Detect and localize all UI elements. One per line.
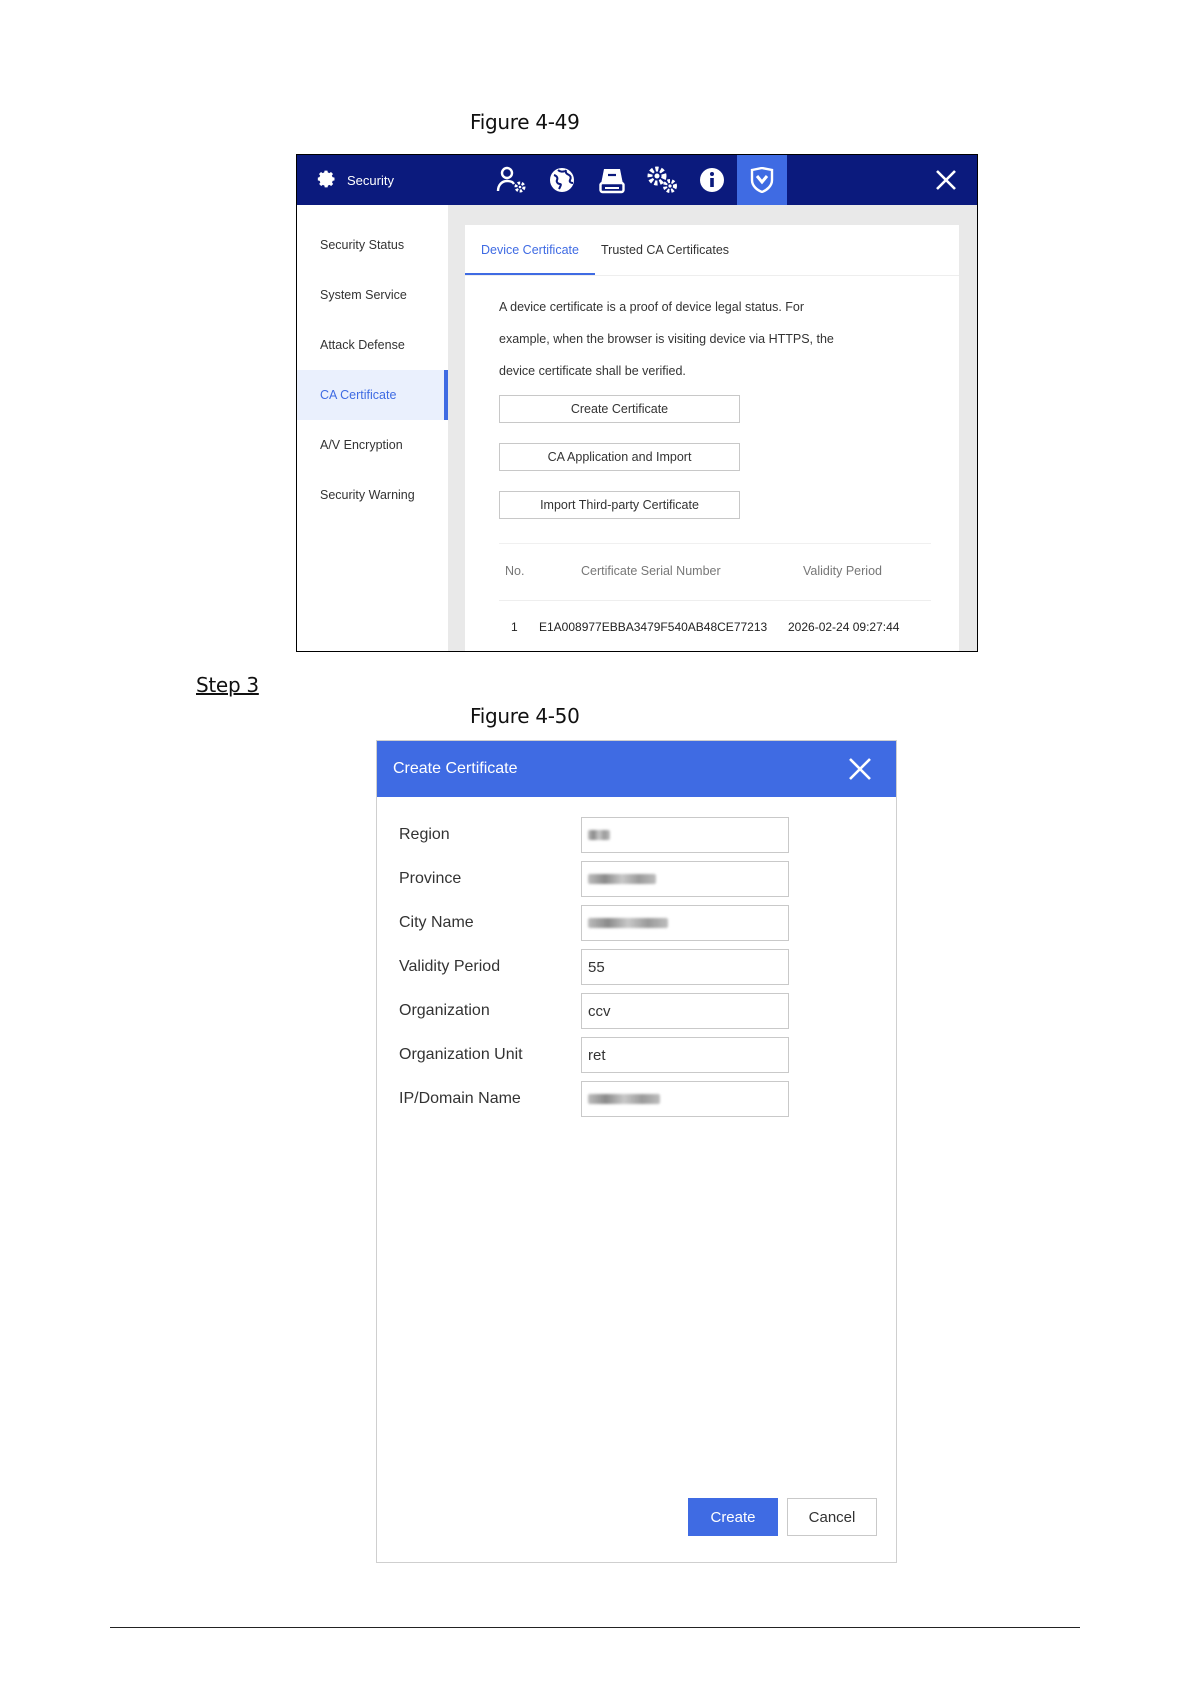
import-third-party-certificate-button[interactable]: Import Third-party Certificate — [499, 491, 740, 519]
sidebar-item-system-service[interactable]: System Service — [297, 270, 448, 320]
province-field[interactable] — [581, 861, 789, 897]
create-certificate-button[interactable]: Create Certificate — [499, 395, 740, 423]
security-sidebar: Security Status System Service Attack De… — [297, 205, 448, 651]
organization-label: Organization — [399, 1002, 490, 1019]
sidebar-item-label: Attack Defense — [320, 338, 405, 352]
organization-field[interactable]: ccv — [581, 993, 789, 1029]
close-icon[interactable] — [933, 167, 959, 193]
column-header-no: No. — [505, 564, 525, 578]
sidebar-item-label: CA Certificate — [320, 388, 397, 402]
sidebar-item-label: A/V Encryption — [320, 438, 403, 452]
region-field[interactable] — [581, 817, 789, 853]
sidebar-item-security-warning[interactable]: Security Warning — [297, 470, 448, 520]
redacted-value — [588, 830, 610, 840]
column-header-serial: Certificate Serial Number — [581, 564, 721, 578]
redacted-value — [588, 1094, 660, 1104]
sidebar-item-label: Security Status — [320, 238, 405, 252]
sidebar-item-ca-certificate[interactable]: CA Certificate — [297, 370, 448, 420]
security-title: Security — [317, 155, 394, 205]
figure-caption-4-50: Figure 4-50 — [470, 704, 580, 728]
table-cell-no: 1 — [511, 620, 518, 634]
province-label: Province — [399, 870, 462, 887]
info-icon[interactable] — [687, 155, 737, 205]
figure-caption-4-49: Figure 4-49 — [470, 110, 580, 134]
description-line: example, when the browser is visiting de… — [499, 332, 834, 346]
security-topbar: Security — [297, 155, 977, 205]
sidebar-item-security-status[interactable]: Security Status — [297, 220, 448, 270]
device-certificate-description: A device certificate is a proof of devic… — [499, 291, 879, 387]
ca-certificate-panel: Device Certificate Trusted CA Certificat… — [465, 225, 959, 651]
sidebar-item-av-encryption[interactable]: A/V Encryption — [297, 420, 448, 470]
gear-icon — [317, 169, 347, 192]
table-cell-serial: E1A008977EBBA3479F540AB48CE77213 — [539, 620, 768, 634]
tab-device-certificate[interactable]: Device Certificate — [465, 225, 595, 275]
city-name-label: City Name — [399, 914, 474, 931]
user-settings-icon[interactable] — [487, 155, 537, 205]
redacted-value — [588, 918, 668, 928]
security-title-label: Security — [347, 172, 394, 188]
redacted-value — [588, 874, 656, 884]
network-globe-icon[interactable] — [537, 155, 587, 205]
sidebar-item-label: System Service — [320, 288, 407, 302]
step-label: Step 3 — [196, 673, 259, 697]
certificate-tabs: Device Certificate Trusted CA Certificat… — [465, 225, 959, 276]
table-cell-validity: 2026-02-24 09:27:44 — [788, 620, 900, 634]
city-name-field[interactable] — [581, 905, 789, 941]
region-label: Region — [399, 826, 450, 843]
organization-unit-label: Organization Unit — [399, 1046, 523, 1063]
close-icon[interactable] — [848, 757, 872, 781]
page-footer-rule — [110, 1627, 1080, 1628]
storage-icon[interactable] — [587, 155, 637, 205]
security-window: Security Security Status System Service … — [296, 154, 978, 652]
create-certificate-dialog: Create Certificate Region Province City … — [376, 740, 897, 1563]
ip-domain-name-label: IP/Domain Name — [399, 1090, 521, 1107]
sidebar-item-attack-defense[interactable]: Attack Defense — [297, 320, 448, 370]
security-shield-icon[interactable] — [737, 155, 787, 205]
ca-application-import-button[interactable]: CA Application and Import — [499, 443, 740, 471]
validity-period-label: Validity Period — [399, 958, 501, 975]
dialog-title: Create Certificate — [393, 760, 518, 777]
tab-trusted-ca-certificates[interactable]: Trusted CA Certificates — [601, 225, 729, 275]
cancel-button[interactable]: Cancel — [787, 1498, 877, 1536]
dialog-header: Create Certificate — [377, 741, 896, 797]
sidebar-item-label: Security Warning — [320, 488, 415, 502]
organization-unit-field[interactable]: ret — [581, 1037, 789, 1073]
column-header-validity: Validity Period — [803, 564, 882, 578]
description-line: device certificate shall be verified. — [499, 364, 686, 378]
system-settings-icon[interactable] — [637, 155, 687, 205]
validity-period-field[interactable]: 55 — [581, 949, 789, 985]
ip-domain-name-field[interactable] — [581, 1081, 789, 1117]
description-line: A device certificate is a proof of devic… — [499, 300, 805, 314]
create-button[interactable]: Create — [688, 1498, 778, 1536]
